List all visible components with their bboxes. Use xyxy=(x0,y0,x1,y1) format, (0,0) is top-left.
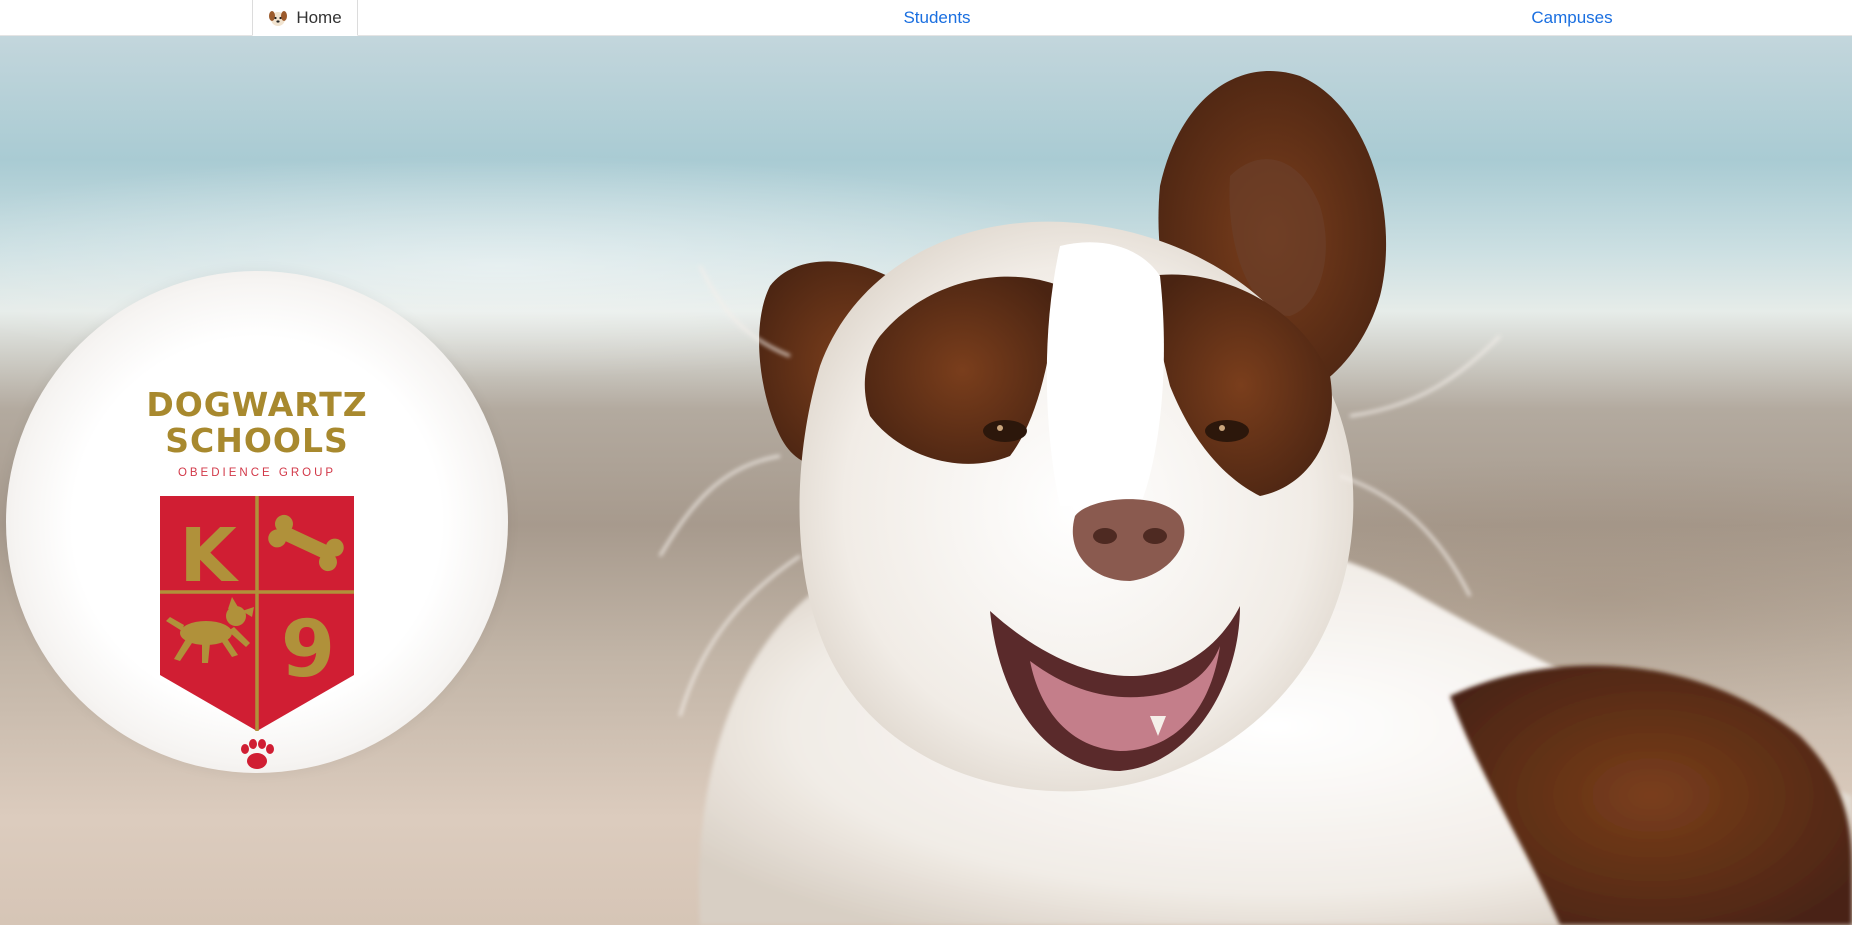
nav-home-link[interactable]: Home xyxy=(252,0,358,36)
hero-banner: DOGWARTZ SCHOOLS OBEDIENCE GROUP K 9 xyxy=(0,36,1852,925)
crest-letter-k: K xyxy=(179,513,239,599)
nav-students-link[interactable]: Students xyxy=(860,0,1014,36)
dog-face-icon xyxy=(268,9,288,27)
crest-letter-9: 9 xyxy=(281,605,335,695)
school-logo: DOGWARTZ SCHOOLS OBEDIENCE GROUP K 9 xyxy=(6,271,508,773)
nav-campuses-link[interactable]: Campuses xyxy=(1500,0,1644,36)
k9-crest: K 9 xyxy=(160,496,354,769)
top-nav: Home Students Campuses xyxy=(0,0,1852,36)
nav-home-label: Home xyxy=(296,7,342,27)
paw-icon xyxy=(241,739,274,769)
